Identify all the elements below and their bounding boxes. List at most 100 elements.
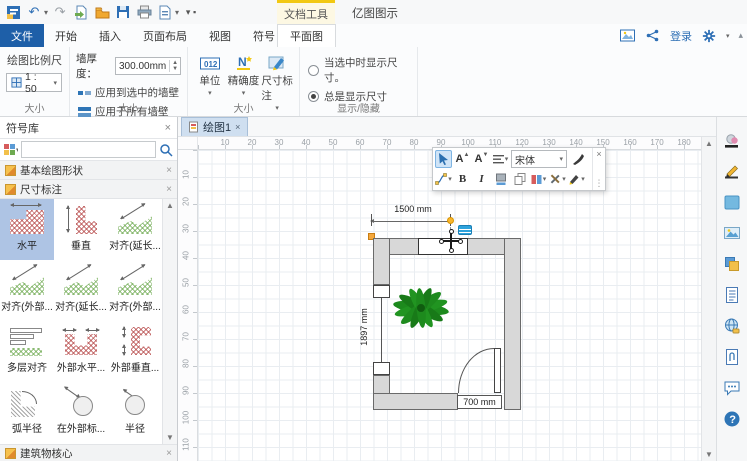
door-leaf[interactable] [494, 348, 501, 393]
wall-right[interactable] [504, 238, 521, 410]
ribbon-tab[interactable]: 页面布局 [132, 24, 198, 47]
ribbon-tab[interactable]: 开始 [44, 24, 88, 47]
stencil-item-6[interactable]: 多层对齐 [0, 321, 54, 382]
close-section-icon[interactable]: × [166, 165, 172, 176]
format-brush-button[interactable] [569, 150, 586, 168]
close-tab-icon[interactable]: × [235, 122, 240, 132]
section-building-core[interactable]: 建筑物核心 × [0, 444, 177, 461]
format-tool-icon[interactable] [723, 131, 741, 149]
stencil-item-11[interactable]: 半径 [108, 382, 162, 443]
preview-icon[interactable] [156, 4, 174, 21]
decrease-font-button[interactable]: A▼ [473, 150, 490, 168]
scroll-up-icon[interactable]: ▲ [166, 201, 174, 210]
tools-button[interactable]: ▾ [549, 170, 566, 188]
gear-caret-icon[interactable]: ▾ [726, 32, 730, 40]
wall-bottom[interactable] [373, 393, 458, 410]
palm-plant[interactable] [380, 278, 462, 342]
drawing-canvas[interactable]: 1500 mm 1897 mm 700 mm [198, 150, 701, 461]
search-icon[interactable] [159, 143, 173, 157]
stencil-item-9[interactable]: 弧半径 [0, 382, 54, 443]
picture-icon[interactable] [723, 224, 741, 242]
section-basic-shapes[interactable]: 基本绘图形状 × [0, 161, 177, 180]
login-button[interactable]: 登录 [670, 28, 692, 44]
stencil-label: 外部垂直... [111, 359, 159, 374]
section-icon [5, 448, 16, 459]
italic-button[interactable]: I [473, 170, 490, 188]
help-icon[interactable]: ? [723, 410, 741, 428]
panel-scrollbar[interactable]: ▲ ▼ [162, 199, 177, 444]
scroll-down-icon[interactable]: ▼ [166, 433, 174, 442]
redo-icon[interactable]: ↷ [51, 4, 69, 21]
preview-caret-icon[interactable]: ▾ [175, 8, 179, 17]
stencil-item-7[interactable]: 外部水平... [54, 321, 108, 382]
stencil-item-1[interactable]: 垂直 [54, 199, 108, 260]
attachment-icon[interactable] [723, 348, 741, 366]
dimension-door-label[interactable]: 700 mm [457, 395, 502, 409]
edraw-logo-icon[interactable] [4, 4, 22, 21]
stencil-item-5[interactable]: 对齐(外部... [108, 260, 162, 321]
stencil-item-0[interactable]: 水平 [0, 199, 54, 260]
fill-color-button[interactable] [492, 170, 509, 188]
bold-button[interactable]: B [454, 170, 471, 188]
save-icon[interactable] [114, 4, 132, 21]
share-icon[interactable] [645, 28, 661, 44]
fill-color-icon[interactable] [723, 193, 741, 211]
stencil-item-3[interactable]: 对齐(外部... [0, 260, 54, 321]
scroll-up-icon[interactable]: ▲ [705, 139, 713, 148]
drawing-tab[interactable]: 绘图1 × [181, 117, 248, 136]
symbol-search-input[interactable] [21, 141, 156, 158]
font-family-combobox[interactable]: 宋体 ▾ [511, 150, 567, 168]
toolbar-more-icon[interactable]: ⋮ [595, 178, 604, 189]
connector-button[interactable]: ▾ [435, 170, 452, 188]
dimension-top-label[interactable]: 1500 mm [376, 204, 450, 214]
hyperlink-icon[interactable] [723, 317, 741, 335]
copy-style-button[interactable] [511, 170, 528, 188]
text-align-button[interactable]: ▾ [492, 150, 509, 168]
undo-icon[interactable]: ↶ [25, 4, 43, 21]
close-section-icon[interactable]: × [166, 184, 172, 195]
apply-selected-walls-button[interactable]: 应用到选中的墙壁 [76, 84, 181, 101]
spinner-arrows-icon[interactable]: ▲▼ [169, 60, 180, 72]
stencil-item-8[interactable]: 外部垂直... [108, 321, 162, 382]
gear-icon[interactable] [701, 28, 717, 44]
canvas-vertical-scrollbar[interactable]: ▲ ▼ [701, 137, 716, 461]
wall-thickness-spinner[interactable]: 300.00mm ▲▼ [115, 57, 181, 75]
window-cap-bottom[interactable] [373, 362, 390, 375]
library-icon[interactable]: ▾ [4, 143, 18, 156]
stencil-item-4[interactable]: 对齐(延长... [54, 260, 108, 321]
rotation-handle[interactable] [447, 217, 454, 224]
increase-font-button[interactable]: A▲ [454, 150, 471, 168]
dimension-left-label[interactable]: 1897 mm [359, 295, 369, 359]
stencil-label: 对齐(延长... [55, 298, 107, 313]
scroll-down-icon[interactable]: ▼ [705, 450, 713, 459]
radio-icon[interactable] [308, 65, 319, 76]
qat-more-icon[interactable]: ▾ ▪ [182, 4, 200, 21]
close-toolbar-icon[interactable]: × [596, 149, 601, 159]
pencil-icon[interactable] [723, 162, 741, 180]
undo-caret-icon[interactable]: ▾ [44, 8, 48, 17]
close-panel-icon[interactable]: × [165, 122, 171, 134]
print-icon[interactable] [135, 4, 153, 21]
stencil-item-10[interactable]: 在外部标... [54, 382, 108, 443]
dimension-top-line[interactable] [371, 221, 451, 222]
close-section-icon[interactable]: × [166, 448, 172, 459]
tab-floorplan[interactable]: 平面图 [277, 24, 336, 47]
layers-icon[interactable] [723, 255, 741, 273]
export-image-icon[interactable] [620, 28, 636, 44]
open-icon[interactable] [93, 4, 111, 21]
pointer-tool-button[interactable] [435, 150, 452, 168]
section-dimensioning[interactable]: 尺寸标注 × [0, 180, 177, 199]
collapse-ribbon-icon[interactable]: ▴ [738, 30, 743, 41]
import-icon[interactable] [72, 4, 90, 21]
radio-option[interactable]: 当选中时显示尺寸。 [308, 55, 409, 85]
theme-colors-button[interactable]: ▾ [530, 170, 547, 188]
notes-icon[interactable] [723, 286, 741, 304]
stencil-item-2[interactable]: 对齐(延长... [108, 199, 162, 260]
scale-combobox[interactable]: 1 : 50 ▾ [6, 73, 62, 92]
ribbon-tab[interactable]: 文件 [0, 24, 44, 47]
ribbon-tab[interactable]: 视图 [198, 24, 242, 47]
door-swing-arc[interactable] [458, 348, 494, 393]
comment-icon[interactable] [723, 379, 741, 397]
edit-pen-button[interactable]: ▾ [568, 170, 585, 188]
ribbon-tab[interactable]: 插入 [88, 24, 132, 47]
